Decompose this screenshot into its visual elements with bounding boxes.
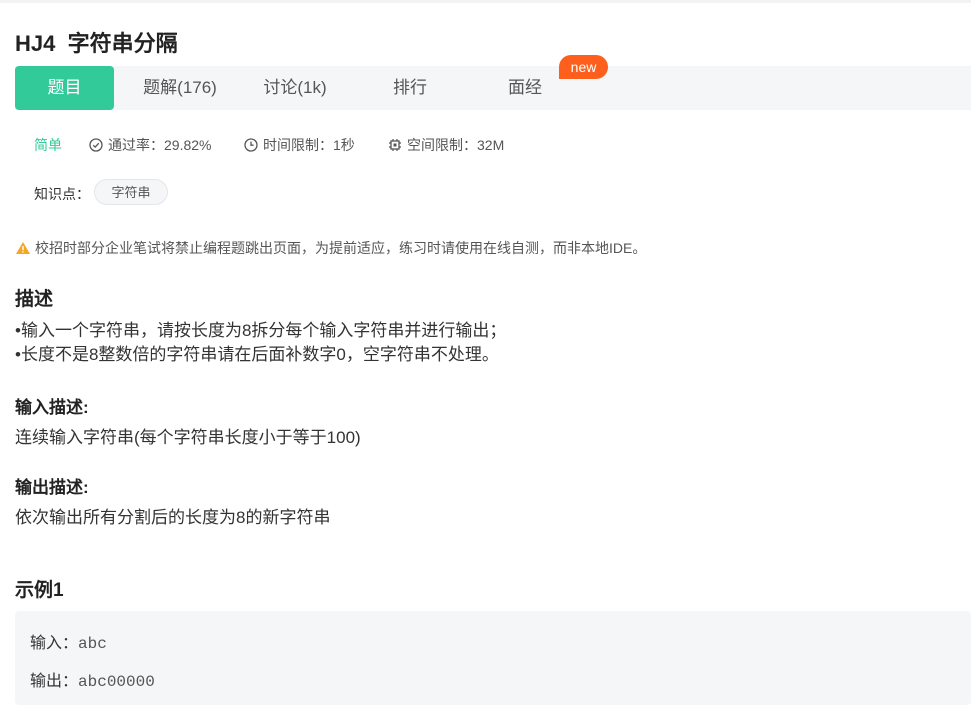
space-limit: 空间限制：32M bbox=[388, 135, 504, 155]
pass-rate: 通过率：29.82% bbox=[89, 135, 211, 155]
warning-icon bbox=[16, 242, 30, 254]
description-line-1: •输入一个字符串，请按长度为8拆分每个输入字符串并进行输出； bbox=[15, 321, 507, 340]
tab-ranking[interactable]: 排行 bbox=[355, 66, 465, 110]
check-circle-icon bbox=[89, 138, 103, 152]
description-heading: 描述 bbox=[15, 289, 54, 310]
example-output-value: abc00000 bbox=[78, 673, 155, 691]
tag-string[interactable]: 字符串 bbox=[94, 179, 168, 205]
example-input-label: 输入： bbox=[30, 635, 79, 652]
example-input-value: abc bbox=[78, 635, 107, 653]
output-desc-text: 依次输出所有分割后的长度为8的新字符串 bbox=[15, 508, 331, 527]
example-input: 输入：abc bbox=[30, 629, 107, 653]
difficulty-label: 简单 bbox=[34, 137, 62, 153]
new-badge: new bbox=[559, 55, 608, 79]
example-output-label: 输出： bbox=[30, 673, 79, 690]
top-divider bbox=[0, 0, 971, 3]
difficulty-badge: 简单 bbox=[34, 135, 62, 155]
page-title: HJ4 字符串分隔 bbox=[15, 31, 178, 56]
warning-notice: 校招时部分企业笔试将禁止编程题跳出页面，为提前适应，练习时请使用在线自测，而非本… bbox=[15, 238, 646, 258]
tab-discussion[interactable]: 讨论(1k) bbox=[240, 66, 350, 110]
chip-icon bbox=[389, 139, 401, 151]
input-desc-text: 连续输入字符串(每个字符串长度小于等于100) bbox=[15, 428, 361, 447]
example-box: 输入：abc 输出：abc00000 bbox=[15, 611, 971, 705]
example-output: 输出：abc00000 bbox=[30, 667, 155, 691]
clock-icon bbox=[244, 138, 258, 152]
time-limit-text: 时间限制：1秒 bbox=[263, 137, 355, 153]
space-limit-text: 空间限制：32M bbox=[407, 137, 505, 153]
pass-rate-text: 通过率：29.82% bbox=[108, 137, 212, 153]
input-desc-heading: 输入描述: bbox=[15, 398, 89, 417]
example-heading: 示例1 bbox=[15, 580, 64, 601]
tab-problem[interactable]: 题目 bbox=[15, 66, 114, 110]
warning-text: 校招时部分企业笔试将禁止编程题跳出页面，为提前适应，练习时请使用在线自测，而非本… bbox=[35, 240, 647, 256]
description-line-2: •长度不是8整数倍的字符串请在后面补数字0，空字符串不处理。 bbox=[15, 345, 499, 364]
knowledge-label: 知识点： bbox=[34, 186, 90, 202]
tab-solutions[interactable]: 题解(176) bbox=[125, 66, 235, 110]
tab-bar: 题目 题解(176) 讨论(1k) 排行 面经 bbox=[15, 66, 971, 110]
output-desc-heading: 输出描述: bbox=[15, 478, 89, 497]
time-limit: 时间限制：1秒 bbox=[244, 135, 355, 155]
